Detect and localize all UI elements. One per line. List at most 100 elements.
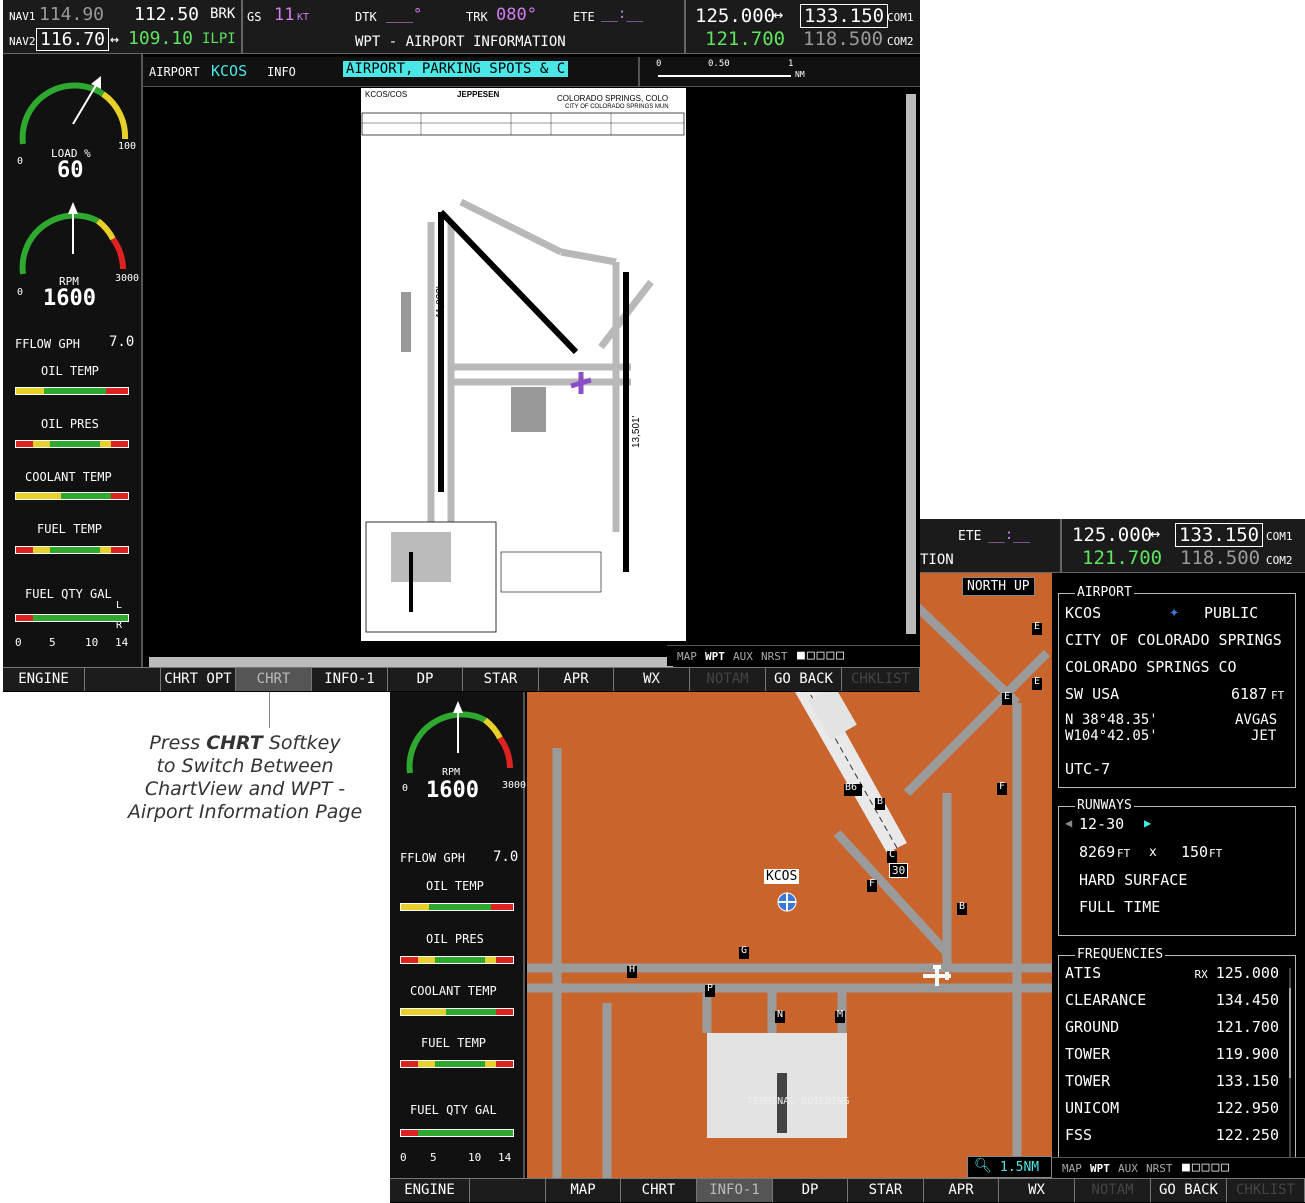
fq-10: 10: [85, 636, 99, 649]
airport-id[interactable]: KCOS: [211, 62, 247, 80]
taxi-label: N: [777, 1009, 784, 1020]
softkey-apr[interactable]: APR: [539, 667, 614, 691]
page-group-map[interactable]: MAP: [677, 650, 697, 663]
page-group-nrst[interactable]: NRST: [761, 650, 788, 663]
page-group-nav: MAP WPT AUX NRST ■□□□□: [667, 645, 920, 666]
fuel-avgas: AVGAS: [1235, 712, 1278, 728]
softkey-chrt[interactable]: CHRT: [236, 667, 312, 691]
airport-elev-unit: FT: [1271, 689, 1285, 702]
softkey-info-1[interactable]: INFO-1: [697, 1178, 773, 1202]
softkey-notam[interactable]: NOTAM: [690, 667, 766, 691]
frequency-value: 121.700: [1215, 1018, 1279, 1036]
load-max: 100: [118, 141, 137, 152]
page-group-wpt[interactable]: WPT: [705, 650, 725, 663]
frequency-name: GROUND: [1065, 1018, 1120, 1036]
frequency-row[interactable]: GROUND 121.700: [1065, 1018, 1289, 1044]
chart-vertical-scrollbar[interactable]: [906, 94, 916, 634]
softkey-blank[interactable]: [470, 1178, 546, 1202]
softkey-engine[interactable]: ENGINE: [3, 667, 85, 691]
softkey-apr[interactable]: APR: [924, 1178, 999, 1202]
callout-leader-line: [269, 692, 270, 728]
nav1-standby[interactable]: 114.90: [39, 4, 104, 25]
page-group-aux[interactable]: AUX: [1118, 1162, 1138, 1175]
softkey-dp[interactable]: DP: [773, 1178, 848, 1202]
airport-type: PUBLIC: [1204, 604, 1259, 622]
fq-0: 0: [400, 1151, 407, 1164]
chart-view-area[interactable]: KCOS/COS JEPPESEN COLORADO SPRINGS, COLO…: [143, 88, 916, 667]
frequency-value: 119.900: [1215, 1045, 1279, 1063]
chart-id: KCOS/COS: [365, 90, 408, 99]
north-up-indicator[interactable]: NORTH UP: [962, 577, 1035, 596]
frequency-row[interactable]: CLEARANCE 134.450: [1065, 991, 1289, 1017]
load-gauge: [19, 76, 129, 145]
softkey-go-back[interactable]: GO BACK: [1151, 1178, 1227, 1202]
page-group-aux[interactable]: AUX: [733, 650, 753, 663]
page-group-nrst[interactable]: NRST: [1146, 1162, 1173, 1175]
taxi-label: H: [629, 964, 636, 975]
chart-name-field[interactable]: AIRPORT, PARKING SPOTS & C: [343, 61, 569, 77]
nav2-standby[interactable]: 116.70: [36, 28, 110, 51]
frequency-value-group: 122.950: [1208, 1099, 1289, 1125]
runway-next-icon[interactable]: ▶: [1144, 816, 1151, 830]
page-group-wpt[interactable]: WPT: [1090, 1162, 1110, 1175]
com2-active[interactable]: 121.700: [1082, 547, 1162, 569]
fuel-temp-label: FUEL TEMP: [421, 1036, 487, 1050]
nav2-active[interactable]: 109.10: [128, 28, 193, 49]
airport-lon: W104°42.05': [1065, 728, 1158, 744]
softkey-chklist[interactable]: CHKLIST: [1227, 1178, 1305, 1202]
softkey-notam[interactable]: NOTAM: [1075, 1178, 1151, 1202]
frequency-row[interactable]: ATIS RX 125.000: [1065, 964, 1289, 990]
softkey-wx[interactable]: WX: [999, 1178, 1075, 1202]
frequency-row[interactable]: FSS 122.250: [1065, 1126, 1289, 1152]
com2-standby[interactable]: 118.500: [803, 28, 883, 50]
airport-elev: 6187: [1231, 685, 1268, 703]
softkey-dp[interactable]: DP: [388, 667, 463, 691]
softkey-wx[interactable]: WX: [614, 667, 690, 691]
runway-id[interactable]: 12-30: [1079, 815, 1124, 833]
chart-horizontal-scrollbar[interactable]: [149, 657, 673, 667]
softkey-engine[interactable]: ENGINE: [390, 1178, 470, 1202]
page-group-nav: MAP WPT AUX NRST ■□□□□: [1052, 1157, 1305, 1178]
airport-diagram[interactable]: KCOS/COS JEPPESEN COLORADO SPRINGS, COLO…: [361, 88, 686, 641]
runway-panel: RUNWAYS ◀ 12-30 ▶ 8269 FT x 150 FT HARD …: [1058, 798, 1296, 936]
com1-standby[interactable]: 133.150: [1175, 523, 1264, 547]
softkey-info-1[interactable]: INFO-1: [312, 667, 388, 691]
frequency-panel: FREQUENCIES ATIS RX 125.000 CLEARANCE 134.45…: [1058, 947, 1296, 1171]
fq-14: 14: [498, 1151, 512, 1164]
com1-standby[interactable]: 133.150: [800, 4, 889, 28]
com1-label: COM1: [1266, 530, 1293, 543]
scale-bar: [658, 75, 791, 77]
fflow-value: 7.0: [109, 334, 135, 350]
callout-text-chrt: CHRT: [206, 732, 263, 754]
frequency-value-group: 122.250: [1208, 1126, 1289, 1152]
softkey-chklist[interactable]: CHKLIST: [842, 667, 920, 691]
softkey-map[interactable]: MAP: [546, 1178, 621, 1202]
callout-text-4: Airport Information Page: [127, 801, 363, 823]
softkey-blank[interactable]: [85, 667, 161, 691]
page-group-map[interactable]: MAP: [1062, 1162, 1082, 1175]
scale-unit: NM: [795, 70, 805, 79]
softkey-chrt[interactable]: CHRT: [621, 1178, 697, 1202]
com2-active[interactable]: 121.700: [705, 28, 785, 50]
softkey-go-back[interactable]: GO BACK: [766, 667, 842, 691]
softkey-star[interactable]: STAR: [848, 1178, 924, 1202]
softkey-chrt-opt[interactable]: CHRT OPT: [161, 667, 236, 691]
frequency-row[interactable]: TOWER 133.150: [1065, 1072, 1289, 1098]
com1-active[interactable]: 125.000: [695, 5, 775, 27]
frequency-value: 134.450: [1215, 991, 1279, 1009]
fuel-temp-bar: [15, 546, 129, 554]
frequency-row[interactable]: UNICOM 122.950: [1065, 1099, 1289, 1125]
runway-prev-icon[interactable]: ◀: [1065, 816, 1072, 830]
frequency-row[interactable]: TOWER 119.900: [1065, 1045, 1289, 1071]
softkey-star[interactable]: STAR: [463, 667, 539, 691]
softkey-bar: ENGINE MAP CHRT INFO-1 DP STAR APR WX NOTAM GO BA…: [390, 1178, 1305, 1202]
com1-active[interactable]: 125.000: [1072, 524, 1152, 546]
frequency-name: ATIS: [1065, 964, 1102, 982]
taxi-label: P: [707, 983, 714, 994]
chart-brand: JEPPESEN: [457, 90, 500, 99]
map-range-box[interactable]: 🔍︎ 1.5NM: [967, 1156, 1052, 1178]
nav1-active[interactable]: 112.50: [134, 4, 199, 25]
info-label: INFO: [267, 65, 296, 79]
com2-standby[interactable]: 118.500: [1180, 547, 1260, 569]
taxi-label: E: [1004, 691, 1011, 702]
